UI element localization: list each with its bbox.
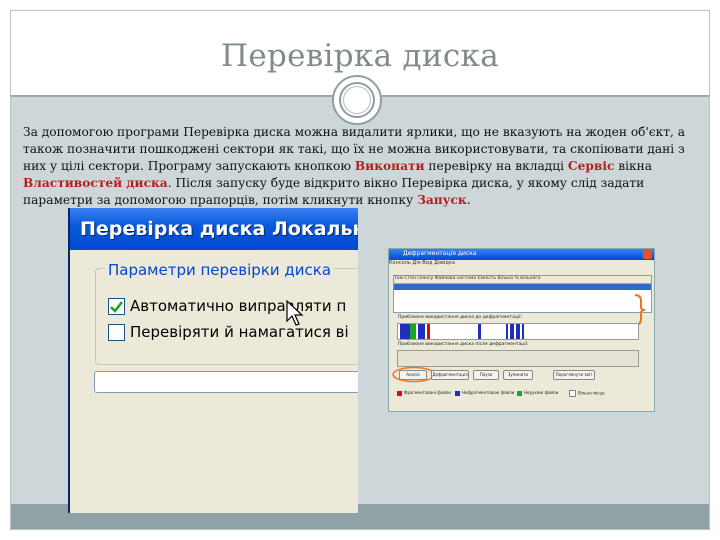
view-report-button[interactable]: Переглянути звіт <box>553 370 595 380</box>
options-group-title: Параметри перевірки диска <box>105 261 335 279</box>
highlight-start-button: Запуск <box>417 193 467 207</box>
body-paragraph: За допомогою програми Перевірка диска мо… <box>23 124 708 209</box>
legend-swatch <box>517 390 522 396</box>
legend-label: Фрагментовані файли <box>404 390 451 395</box>
analyze-button[interactable]: Аналіз <box>399 370 427 380</box>
highlight-service-tab: Сервіс <box>567 159 615 173</box>
volume-row-label: (C:) <box>397 296 406 301</box>
legend-label: Вільне місце <box>578 390 605 396</box>
volume-row[interactable]: (C:) <box>394 284 651 301</box>
legend-label: Нефрагментовані файли <box>462 390 515 395</box>
auto-fix-checkbox[interactable] <box>108 298 125 315</box>
usage-after-bar <box>397 350 639 367</box>
defrag-window-screenshot: Дефрагментація диска Консоль Дія Вид Дов… <box>388 248 655 412</box>
defrag-title: Дефрагментація диска <box>403 250 477 257</box>
highlight-run-button: Виконати <box>354 159 425 173</box>
legend-swatch <box>455 390 460 396</box>
legend-fragmented: Фрагментовані файли <box>397 390 451 396</box>
defrag-menubar: Консоль Дія Вид Довідка <box>389 260 654 268</box>
legend-free: Вільне місце <box>569 390 605 397</box>
usage-before-label: Приблизне використання диска до дефрагме… <box>398 315 522 320</box>
options-groupbox <box>95 268 358 365</box>
check-disk-dialog-screenshot: Перевірка диска Локальни Параметри перев… <box>68 208 358 513</box>
brace-annotation-icon <box>634 294 646 326</box>
highlight-disk-properties: Властивостей диска <box>23 176 168 190</box>
close-icon[interactable] <box>643 250 652 259</box>
stop-button[interactable]: Зупинити <box>503 370 533 380</box>
pause-button[interactable]: Пауза <box>473 370 499 380</box>
decorative-circle-icon <box>332 75 382 125</box>
paragraph-text: вікна <box>614 159 653 173</box>
paragraph-text: . <box>466 193 471 207</box>
usage-before-bar <box>397 323 639 340</box>
legend-label: Нерухомі файли <box>524 390 559 395</box>
paragraph-text: перевірку на вкладці <box>424 159 568 173</box>
scan-recover-checkbox[interactable] <box>108 324 125 341</box>
legend-swatch <box>569 390 576 397</box>
legend-swatch <box>397 390 402 396</box>
volume-list-header: Том Стан сеансу Файлова система Ємність … <box>394 276 651 284</box>
defragment-button[interactable]: Дефрагментація <box>431 370 469 380</box>
usage-after-label: Приблизне використання диска після дефра… <box>398 342 529 347</box>
checkmark-icon <box>110 301 124 313</box>
scan-recover-label: Перевіряти й намагатися ві <box>130 323 349 341</box>
dialog-title: Перевірка диска Локальни <box>80 218 358 240</box>
mouse-pointer-icon <box>286 300 304 326</box>
usage-before-map <box>400 324 524 339</box>
legend-contiguous: Нефрагментовані файли <box>455 390 514 396</box>
legend-unmovable: Нерухомі файли <box>517 390 558 396</box>
auto-fix-label: Автоматично виправляти п <box>130 297 347 315</box>
slide-title: Перевірка диска <box>221 38 499 74</box>
volume-list: Том Стан сеансу Файлова система Ємність … <box>393 275 652 313</box>
progress-bar <box>94 371 358 393</box>
